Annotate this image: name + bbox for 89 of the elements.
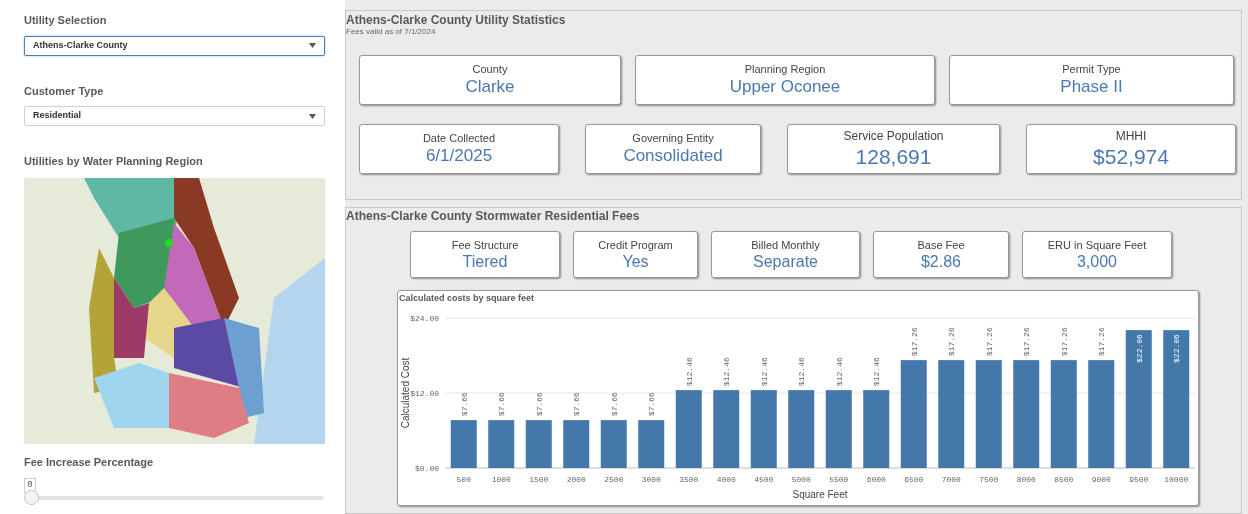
value-label: $12.46 (684, 357, 694, 387)
map-title: Utilities by Water Planning Region (24, 154, 204, 169)
axis-tick-label: 6000 (866, 475, 886, 484)
axis-tick-label: $12.00 (410, 389, 439, 398)
kpi-value: Upper Oconee (729, 76, 841, 98)
bar (563, 420, 590, 468)
axis-tick-label: 1000 (491, 475, 511, 484)
axis-tick-label: 500 (456, 475, 471, 484)
value-label: $17.26 (909, 327, 919, 357)
kpi-label: Credit Program (598, 237, 673, 252)
kpi-value: $2.86 (920, 251, 961, 272)
axis-tick-label: 5500 (829, 475, 849, 484)
value-label: $17.26 (947, 327, 957, 357)
value-label: $7.66 (572, 392, 582, 417)
axis-tick-label: 4000 (716, 475, 736, 484)
kpi-value: Consolidated (623, 145, 723, 167)
value-label: $7.66 (647, 392, 657, 417)
kpi-label: Planning Region (744, 62, 826, 76)
caret-icon (309, 43, 316, 48)
value-label: $12.46 (834, 357, 844, 387)
axis-tick-label: $0.00 (415, 464, 439, 473)
dropdown[interactable]: Athens-Clarke County (24, 35, 325, 56)
value-label: $12.46 (759, 357, 769, 387)
dropdown[interactable]: Residential (24, 106, 325, 126)
kpi-value: Separate (753, 251, 818, 272)
kpi-value: 128,691 (855, 143, 932, 170)
axis-title: Square Feet (792, 489, 848, 500)
kpi-label: MHHI (1115, 128, 1147, 144)
axis-tick-label: 7500 (979, 475, 999, 484)
bar (600, 420, 627, 468)
axis-tick-label: 4500 (754, 475, 774, 484)
kpi-value: Phase II (1060, 76, 1123, 98)
kpi-label: Billed Monthly (751, 237, 820, 252)
axis-tick-label: 5000 (791, 475, 811, 484)
chart-title: Calculated costs by square feet (398, 292, 536, 304)
value-label: $17.26 (984, 327, 994, 357)
kpi-label: Service Population (843, 128, 944, 144)
kpi-label: ERU in Square Feet (1047, 237, 1147, 252)
value-label: $22.06 (1172, 334, 1182, 363)
axis-tick-label: 9500 (1129, 475, 1149, 484)
axis-tick-label: 6500 (904, 475, 924, 484)
axis-tick-label: 8500 (1054, 475, 1074, 484)
kpi-value: 3,000 (1076, 251, 1117, 272)
value-label: $17.26 (1097, 327, 1107, 357)
value-label: $12.46 (872, 357, 882, 387)
value-label: $7.66 (609, 392, 619, 417)
kpi-label: Permit Type (1062, 62, 1121, 76)
bar (525, 420, 552, 468)
value-label: $17.26 (1059, 327, 1069, 357)
value-label: $12.46 (722, 357, 732, 387)
bar (638, 420, 665, 468)
value-label: $22.06 (1134, 334, 1144, 363)
section-subtitle: Fees valid as of 7/1/2024 (346, 27, 437, 36)
axis-tick-label: 1500 (529, 475, 549, 484)
value-label: $7.66 (459, 392, 469, 417)
slider-thumb[interactable] (24, 490, 39, 505)
kpi-value: Tiered (462, 251, 508, 272)
bar (488, 420, 515, 468)
kpi-label: Fee Structure (451, 237, 519, 252)
axis-tick-label: 7000 (941, 475, 961, 484)
filter-label: Customer Type (24, 83, 105, 99)
slider[interactable] (24, 490, 324, 505)
axis-tick-label: 9000 (1091, 475, 1111, 484)
bar (450, 420, 477, 468)
value-label: $12.46 (797, 357, 807, 387)
section-title: Athens-Clarke County Utility Statistics (346, 12, 567, 27)
value-label: $7.66 (497, 392, 507, 417)
axis-tick-label: 2500 (604, 475, 624, 484)
kpi-label: Date Collected (422, 131, 496, 145)
kpi-label: Base Fee (917, 237, 965, 252)
kpi-value: Clarke (465, 76, 515, 98)
section-title: Athens-Clarke County Stormwater Residential Fees (346, 208, 641, 223)
value-label: $17.26 (1022, 327, 1032, 357)
axis-tick-label: $24.00 (410, 314, 439, 323)
caret-icon (309, 113, 316, 119)
kpi-value: 6/1/2025 (425, 145, 493, 167)
axis-title: Calculated Cost (400, 357, 411, 429)
filter-label: Utility Selection (24, 13, 108, 28)
axis-tick-label: 8000 (1016, 475, 1036, 484)
kpi-label: County (472, 62, 508, 76)
kpi-label: Governing Entity (632, 131, 714, 145)
value-label: $7.66 (534, 392, 544, 417)
axis-tick-label: 3000 (641, 475, 661, 484)
axis-tick-label: 2000 (566, 475, 586, 484)
slider-label: Fee Increase Percentage (24, 454, 155, 470)
kpi-value: $52,974 (1093, 143, 1169, 170)
axis-tick-label: 10000 (1164, 475, 1189, 484)
axis-tick-label: 3500 (679, 475, 699, 484)
kpi-value: Yes (622, 251, 649, 272)
